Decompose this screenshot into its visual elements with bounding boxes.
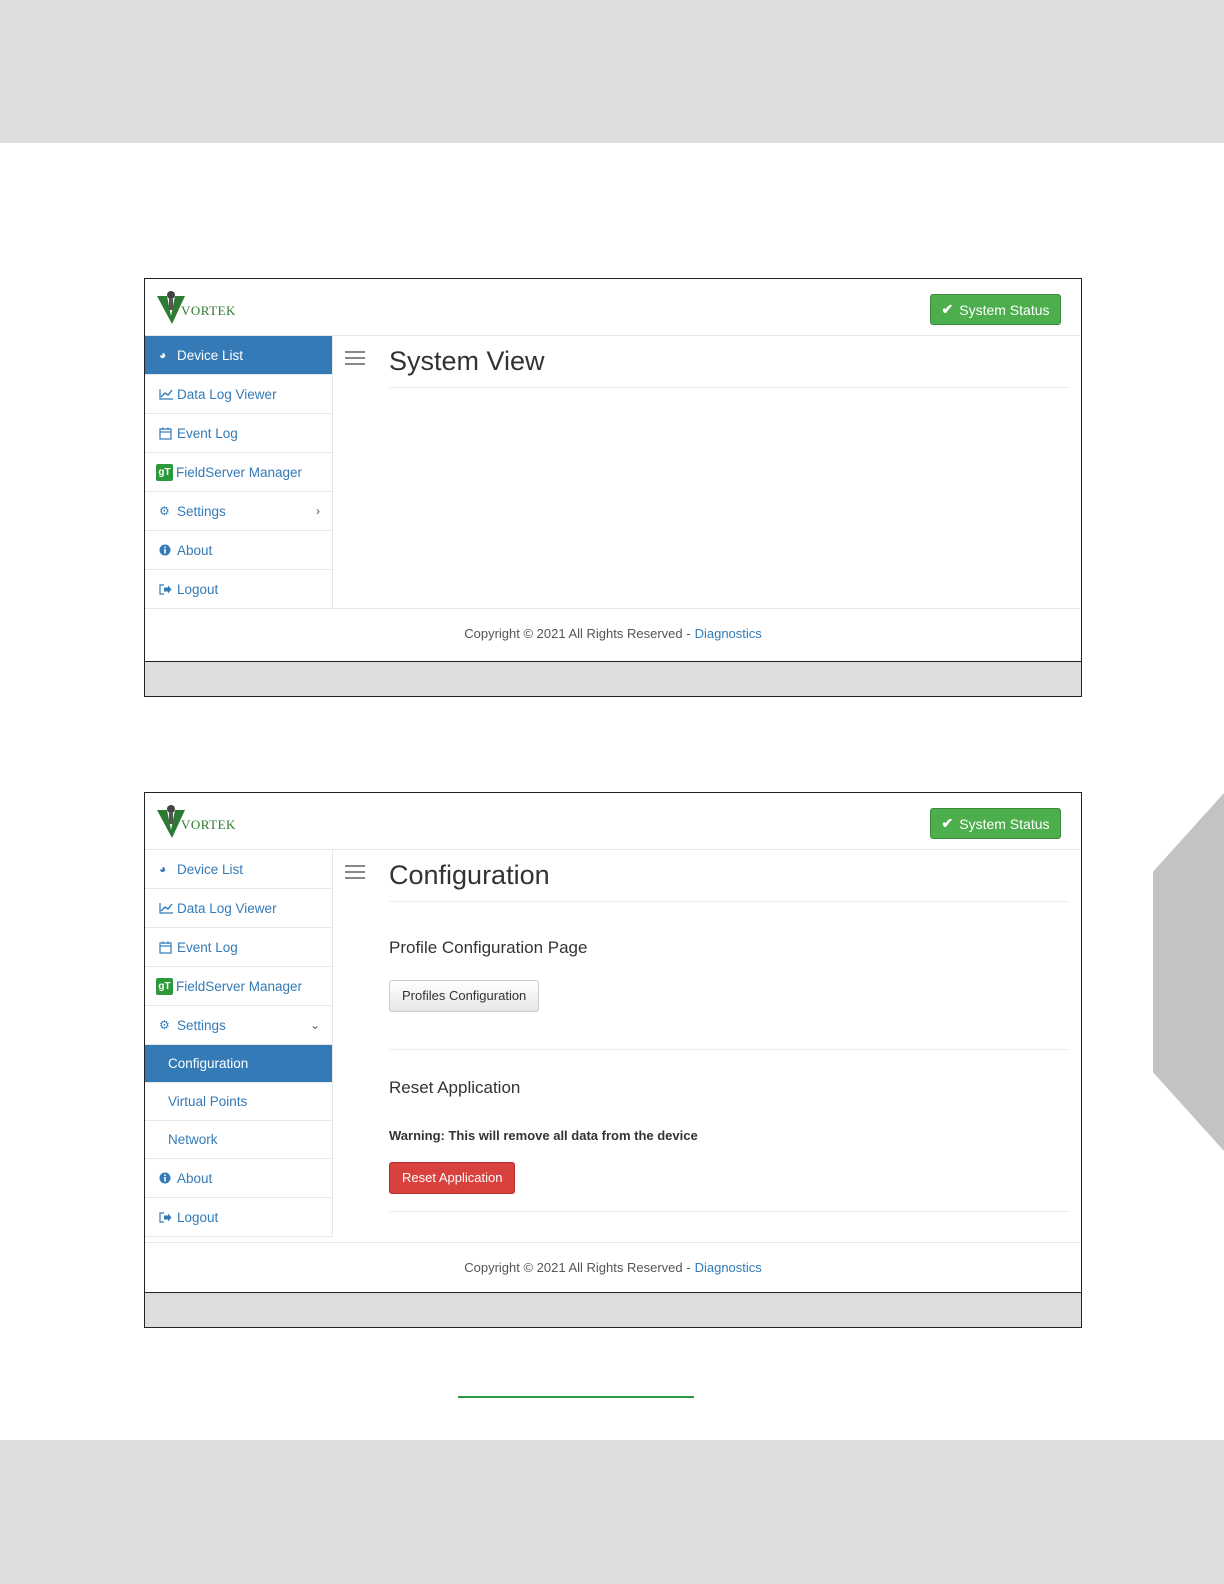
page-top-band [0,0,1224,143]
gt-logo-icon: gT [156,977,173,995]
profile-section-title: Profile Configuration Page [389,938,588,957]
page-title: System View [389,336,1069,388]
nav-virtual-points[interactable]: Virtual Points [145,1083,332,1121]
nav-label: Device List [177,347,244,363]
nav-device-list[interactable]: ◕ Device List [145,336,332,375]
info-icon [159,1172,175,1184]
nav-event-log[interactable]: Event Log [145,928,332,967]
top-navbar: VORTEK ✔ System Status [145,793,1081,850]
section-divider [389,1049,1069,1050]
nav-logout[interactable]: Logout [145,570,332,609]
nav-label: Event Log [177,425,238,441]
system-status-button[interactable]: ✔ System Status [930,808,1061,839]
nav-data-log-viewer[interactable]: Data Log Viewer [145,889,332,928]
nav-label: Data Log Viewer [177,386,277,402]
screenshot-system-view: VORTEK ✔ System Status ◕ Device List Dat… [144,278,1082,697]
chevron-right-icon: › [316,504,320,518]
diagnostics-link[interactable]: Diagnostics [695,1260,762,1275]
bottom-status-bar [145,661,1081,696]
nav-logout[interactable]: Logout [145,1198,332,1237]
dashboard-icon: ◕ [159,348,167,362]
footer: Copyright © 2021 All Rights Reserved - D… [145,608,1081,658]
calendar-icon [159,427,175,440]
nav-label: About [177,542,213,558]
dashboard-icon: ◕ [159,862,167,876]
chevron-down-icon: ⌄ [309,1018,320,1032]
page-title: Configuration [389,850,1069,902]
nav-label: FieldServer Manager [176,978,303,994]
nav-settings[interactable]: ⚙ Settings › [145,492,332,531]
system-status-label: System Status [959,301,1050,318]
nav-label: Virtual Points [168,1094,248,1109]
gears-icon: ⚙ [159,1018,170,1032]
system-status-button[interactable]: ✔ System Status [930,294,1061,325]
profiles-configuration-button[interactable]: Profiles Configuration [389,980,540,1012]
nav-label: Configuration [168,1056,249,1071]
nav-label: Logout [177,581,219,597]
section-divider [389,1211,1069,1212]
nav-label: Device List [177,861,244,877]
logo-wordmark: VORTEK [181,817,236,832]
main-content: System View [389,336,1069,388]
top-navbar: VORTEK ✔ System Status [145,279,1081,336]
line-chart-icon [159,902,175,914]
nav-label: About [177,1170,213,1186]
hamburger-menu-icon[interactable] [345,351,365,365]
gt-logo-icon: gT [156,463,173,481]
info-icon [159,544,175,556]
system-status-label: System Status [959,815,1050,832]
nav-fieldserver-manager[interactable]: gT FieldServer Manager [145,453,332,492]
nav-label: FieldServer Manager [176,464,303,480]
reset-application-button[interactable]: Reset Application [389,1162,516,1194]
nav-label: Settings [177,1017,226,1033]
sign-out-icon [159,1211,175,1223]
page-bottom-band [0,1440,1224,1584]
nav-about[interactable]: About [145,1159,332,1198]
nav-label: Settings [177,503,226,519]
screenshot-configuration: VORTEK ✔ System Status ◕ Device List Dat… [144,792,1082,1328]
hamburger-menu-icon[interactable] [345,865,365,879]
nav-label: Logout [177,1209,219,1225]
nav-label: Network [168,1132,218,1147]
nav-fieldserver-manager[interactable]: gT FieldServer Manager [145,967,332,1006]
main-content: Configuration Profile Configuration Page… [389,850,1069,1212]
page-underline [458,1396,694,1398]
nav-label: Event Log [177,939,238,955]
reset-warning-text: Warning: This will remove all data from … [389,1128,698,1143]
diagnostics-link[interactable]: Diagnostics [695,626,762,641]
bottom-status-bar [145,1292,1081,1327]
sign-out-icon [159,583,175,595]
copyright-text: Copyright © 2021 All Rights Reserved - [464,626,691,641]
nav-label: Data Log Viewer [177,900,277,916]
nav-about[interactable]: About [145,531,332,570]
nav-device-list[interactable]: ◕ Device List [145,850,332,889]
check-icon: ✔ [941,301,954,317]
sidebar: ◕ Device List Data Log Viewer Event Log … [145,336,333,609]
check-icon: ✔ [941,815,954,831]
line-chart-icon [159,388,175,400]
nav-network[interactable]: Network [145,1121,332,1159]
calendar-icon [159,941,175,954]
copyright-text: Copyright © 2021 All Rights Reserved - [464,1260,691,1275]
nav-data-log-viewer[interactable]: Data Log Viewer [145,375,332,414]
nav-event-log[interactable]: Event Log [145,414,332,453]
nav-settings[interactable]: ⚙ Settings ⌄ [145,1006,332,1045]
reset-section-title: Reset Application [389,1078,521,1097]
sidebar: ◕ Device List Data Log Viewer Event Log … [145,850,333,1237]
footer: Copyright © 2021 All Rights Reserved - D… [145,1242,1081,1292]
gears-icon: ⚙ [159,504,170,518]
logo-wordmark: VORTEK [181,303,236,318]
page-side-tab [1153,793,1224,1151]
nav-configuration[interactable]: Configuration [145,1045,332,1083]
